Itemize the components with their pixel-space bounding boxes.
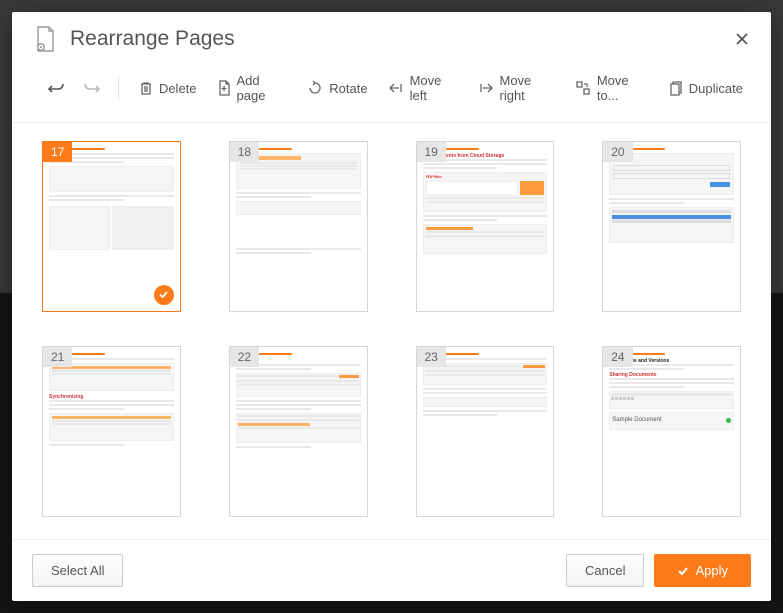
modal-title: Rearrange Pages <box>70 27 731 51</box>
page-thumbnail[interactable]: 20 Google <box>602 141 741 312</box>
page-preview: Collaborate and Versions Sharing Documen… <box>609 353 734 510</box>
duplicate-label: Duplicate <box>689 81 743 96</box>
rotate-button[interactable]: Rotate <box>299 75 375 101</box>
page-preview <box>236 148 361 305</box>
page-preview: Synchronizing <box>49 353 174 510</box>
page-grid-scroll[interactable]: 17 18 <box>12 123 771 539</box>
page-preview: … Documents from Cloud Storage PDFfiller <box>423 148 548 305</box>
move-to-label: Move to... <box>597 73 649 103</box>
page-preview: Google <box>609 148 734 305</box>
page-grid: 17 18 <box>42 141 741 539</box>
duplicate-button[interactable]: Duplicate <box>661 75 751 101</box>
page-preview: … <box>236 353 361 510</box>
select-all-button[interactable]: Select All <box>32 554 123 587</box>
page-preview <box>49 148 174 305</box>
page-number: 18 <box>230 142 259 162</box>
selected-check-icon <box>154 285 174 305</box>
trash-icon <box>139 80 153 96</box>
page-thumbnail[interactable]: 19 … Documents from Cloud Storage PDFfil… <box>416 141 555 312</box>
undo-button[interactable] <box>42 75 72 101</box>
page-thumbnail[interactable]: 17 <box>42 141 181 312</box>
document-gear-icon <box>32 26 58 52</box>
page-number: 20 <box>603 142 632 162</box>
toolbar-divider <box>118 77 119 99</box>
page-preview <box>423 353 548 510</box>
modal-footer: Select All Cancel Apply <box>12 539 771 601</box>
move-left-label: Move left <box>410 73 458 103</box>
add-page-button[interactable]: Add page <box>209 68 296 108</box>
page-number: 19 <box>417 142 446 162</box>
rotate-label: Rotate <box>329 81 367 96</box>
page-number: 22 <box>230 347 259 367</box>
move-left-button[interactable]: Move left <box>380 68 466 108</box>
delete-label: Delete <box>159 81 197 96</box>
move-right-icon <box>478 81 494 95</box>
toolbar: Delete Add page Rotate Move left Move ri <box>12 62 771 123</box>
page-thumbnail[interactable]: 24 Collaborate and Versions Sharing Docu… <box>602 346 741 517</box>
rearrange-pages-modal: Rearrange Pages Delete Add page <box>12 12 771 601</box>
apply-label: Apply <box>695 563 728 578</box>
check-icon <box>677 565 689 577</box>
rotate-icon <box>307 80 323 96</box>
add-page-label: Add page <box>237 73 288 103</box>
page-number: 24 <box>603 347 632 367</box>
page-thumbnail[interactable]: 23 <box>416 346 555 517</box>
page-number: 17 <box>43 142 72 162</box>
page-thumbnail[interactable]: 22 … <box>229 346 368 517</box>
duplicate-icon <box>669 80 683 96</box>
page-number: 23 <box>417 347 446 367</box>
close-button[interactable] <box>731 28 753 50</box>
page-thumbnail[interactable]: 18 <box>229 141 368 312</box>
apply-button[interactable]: Apply <box>654 554 751 587</box>
add-page-icon <box>217 80 231 96</box>
move-to-button[interactable]: Move to... <box>567 68 657 108</box>
page-number: 21 <box>43 347 72 367</box>
modal-header: Rearrange Pages <box>12 12 771 62</box>
delete-button[interactable]: Delete <box>131 75 205 101</box>
move-right-label: Move right <box>500 73 555 103</box>
move-right-button[interactable]: Move right <box>470 68 563 108</box>
move-left-icon <box>388 81 404 95</box>
redo-button[interactable] <box>76 75 106 101</box>
cancel-button[interactable]: Cancel <box>566 554 644 587</box>
page-thumbnail[interactable]: 21 Synchronizing <box>42 346 181 517</box>
move-to-icon <box>575 80 591 96</box>
